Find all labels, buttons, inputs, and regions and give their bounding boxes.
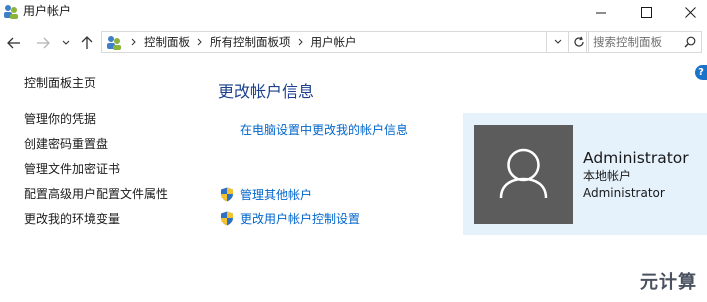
users-control-panel-icon: [107, 36, 121, 50]
page-title: 更改帐户信息: [218, 82, 315, 101]
search-icon[interactable]: [684, 36, 696, 48]
back-button[interactable]: [5, 34, 23, 52]
user-name: Administrator: [583, 149, 689, 167]
title-bar: 用户帐户: [0, 0, 707, 24]
chevron-down-icon: [62, 40, 70, 45]
forward-arrow-icon: [37, 37, 50, 49]
sidebar-item-environment-variables[interactable]: 更改我的环境变量: [24, 212, 120, 227]
uac-shield-icon: [221, 211, 233, 226]
up-arrow-icon: [81, 36, 93, 49]
minimize-button[interactable]: [578, 0, 624, 24]
uac-settings-link[interactable]: 更改用户帐户控制设置: [240, 212, 360, 227]
sidebar-item-advanced-profile-properties[interactable]: 配置高级用户配置文件属性: [24, 187, 168, 202]
maximize-icon: [640, 6, 652, 18]
chevron-down-icon: [554, 39, 561, 44]
refresh-icon: [573, 36, 584, 47]
users-control-panel-icon: [4, 5, 18, 19]
address-bar[interactable]: 控制面板 所有控制面板项 用户帐户: [101, 31, 547, 53]
chevron-right-icon[interactable]: [291, 38, 311, 46]
sidebar-item-control-panel-home[interactable]: 控制面板主页: [24, 76, 96, 91]
manage-other-accounts-link[interactable]: 管理其他帐户: [240, 188, 312, 203]
search-input[interactable]: 搜索控制面板: [593, 35, 662, 49]
pc-settings-link[interactable]: 在电脑设置中更改我的帐户信息: [240, 123, 408, 138]
breadcrumb-all-items[interactable]: 所有控制面板项: [210, 34, 291, 50]
watermark: 元计算: [640, 272, 697, 293]
account-type: 本地帐户: [583, 169, 632, 183]
maximize-button[interactable]: [623, 0, 669, 24]
recent-locations-button[interactable]: [59, 34, 73, 52]
sidebar-item-manage-credentials[interactable]: 管理你的凭据: [24, 112, 96, 127]
breadcrumb: 控制面板 所有控制面板项 用户帐户: [124, 32, 357, 52]
up-button[interactable]: [78, 34, 96, 52]
close-button[interactable]: [667, 0, 707, 24]
sidebar-item-password-reset-disk[interactable]: 创建密码重置盘: [24, 137, 108, 152]
window-title: 用户帐户: [23, 4, 72, 18]
back-arrow-icon: [7, 37, 20, 49]
breadcrumb-user-accounts[interactable]: 用户帐户: [311, 34, 357, 50]
avatar: [474, 125, 573, 224]
address-dropdown-button[interactable]: [547, 31, 569, 53]
sidebar-item-file-encryption-certificates[interactable]: 管理文件加密证书: [24, 162, 120, 177]
user-icon: [499, 148, 548, 199]
help-button[interactable]: ?: [695, 65, 707, 80]
breadcrumb-control-panel[interactable]: 控制面板: [144, 34, 190, 50]
close-icon: [684, 6, 696, 18]
chevron-right-icon[interactable]: [124, 38, 144, 46]
account-group: Administrator: [583, 186, 665, 200]
uac-shield-icon: [221, 187, 233, 202]
forward-button[interactable]: [34, 34, 52, 52]
minimize-icon: [595, 12, 606, 13]
chevron-right-icon[interactable]: [190, 38, 210, 46]
search-box[interactable]: 搜索控制面板: [586, 31, 702, 53]
